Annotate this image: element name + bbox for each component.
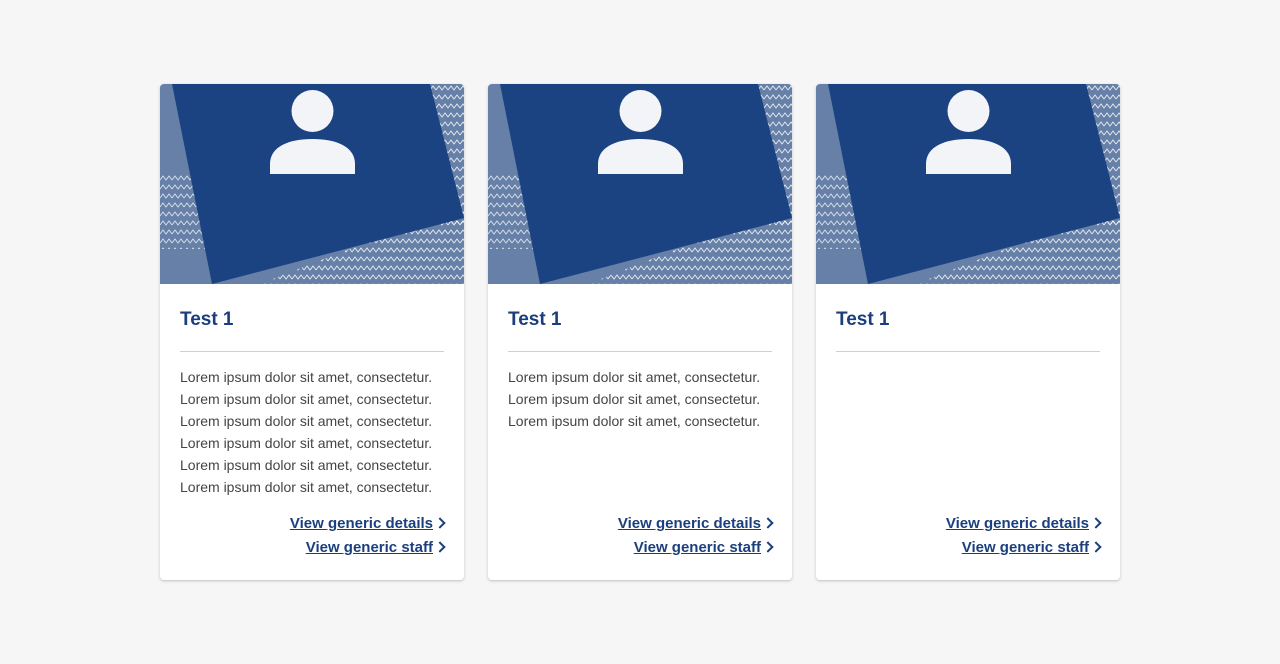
card-list: Test 1 Lorem ipsum dolor sit amet, conse…: [160, 84, 1120, 580]
card-title: Test 1: [180, 308, 444, 352]
card-description: Lorem ipsum dolor sit amet, consectetur.…: [180, 366, 444, 498]
view-staff-link[interactable]: View generic staff: [618, 536, 774, 560]
card-banner-image: [488, 84, 792, 284]
profile-card: Test 1 Lorem ipsum dolor sit amet, conse…: [160, 84, 464, 580]
chevron-right-icon: [434, 517, 446, 529]
view-details-link[interactable]: View generic details: [945, 512, 1102, 536]
chevron-right-icon: [1090, 541, 1102, 553]
card-description: Lorem ipsum dolor sit amet, consectetur.…: [508, 366, 772, 432]
view-details-link[interactable]: View generic details: [289, 512, 446, 536]
card-links: View generic details View generic staff: [945, 512, 1102, 560]
profile-card: Test 1 View generic details View generic…: [816, 84, 1120, 580]
view-details-label: View generic details: [289, 515, 433, 532]
chevron-right-icon: [434, 541, 446, 553]
card-banner-image: [816, 84, 1120, 284]
card-banner-image: [160, 84, 464, 284]
chevron-right-icon: [762, 517, 774, 529]
description-line: Lorem ipsum dolor sit amet, consectetur.: [180, 435, 433, 451]
view-staff-link[interactable]: View generic staff: [946, 536, 1102, 560]
description-line: Lorem ipsum dolor sit amet, consectetur.: [180, 391, 433, 407]
view-staff-label: View generic staff: [305, 539, 433, 556]
chevron-right-icon: [1090, 517, 1102, 529]
view-staff-link[interactable]: View generic staff: [290, 536, 446, 560]
card-title: Test 1: [836, 308, 1100, 352]
description-line: Lorem ipsum dolor sit amet, consectetur.: [180, 413, 433, 429]
card-links: View generic details View generic staff: [289, 512, 446, 560]
view-details-label: View generic details: [617, 515, 761, 532]
view-staff-label: View generic staff: [961, 539, 1089, 556]
description-line: Lorem ipsum dolor sit amet, consectetur.: [180, 479, 433, 495]
description-line: Lorem ipsum dolor sit amet, consectetur.: [508, 391, 761, 407]
card-title: Test 1: [508, 308, 772, 352]
view-details-link[interactable]: View generic details: [617, 512, 774, 536]
description-line: Lorem ipsum dolor sit amet, consectetur.: [508, 369, 761, 385]
description-line: Lorem ipsum dolor sit amet, consectetur.: [180, 369, 433, 385]
card-links: View generic details View generic staff: [617, 512, 774, 560]
chevron-right-icon: [762, 541, 774, 553]
profile-card: Test 1 Lorem ipsum dolor sit amet, conse…: [488, 84, 792, 580]
view-staff-label: View generic staff: [633, 539, 761, 556]
view-details-label: View generic details: [945, 515, 1089, 532]
description-line: Lorem ipsum dolor sit amet, consectetur.: [508, 413, 761, 429]
description-line: Lorem ipsum dolor sit amet, consectetur.: [180, 457, 433, 473]
